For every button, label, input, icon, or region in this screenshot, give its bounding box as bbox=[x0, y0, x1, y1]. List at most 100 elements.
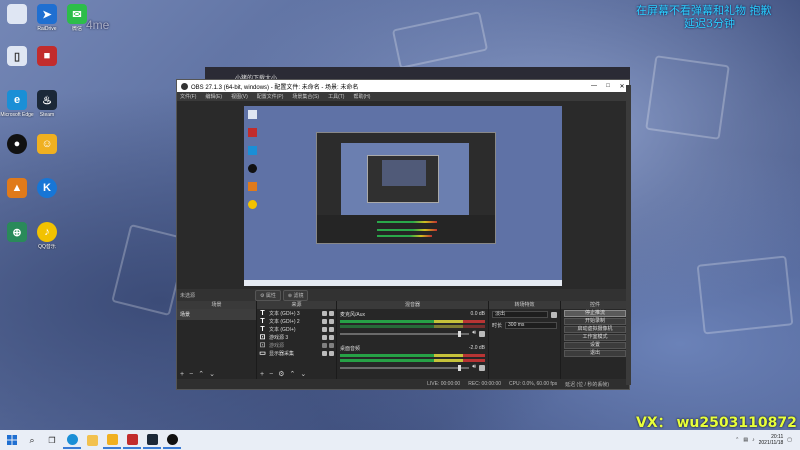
move-down-icon[interactable]: ⌄ bbox=[300, 370, 306, 378]
search-button[interactable]: ⌕ bbox=[23, 431, 41, 449]
lock-icon[interactable] bbox=[329, 334, 334, 340]
visibility-eye-icon[interactable] bbox=[322, 334, 327, 340]
desktop-icon[interactable]: ● bbox=[0, 134, 34, 154]
maximize-icon[interactable]: □ bbox=[601, 83, 615, 90]
lock-icon[interactable] bbox=[329, 310, 334, 316]
remove-icon[interactable]: − bbox=[269, 371, 273, 378]
move-up-icon[interactable]: ⌃ bbox=[198, 370, 204, 378]
rec-status: REC: 00:00:00 bbox=[468, 381, 502, 387]
taskbar-explorer[interactable] bbox=[83, 431, 101, 449]
wallpaper-shape bbox=[645, 55, 730, 140]
edge-icon: e bbox=[7, 90, 27, 110]
network-icon[interactable]: ▤ bbox=[743, 437, 748, 443]
lock-icon[interactable] bbox=[329, 318, 334, 324]
filters-button[interactable]: ⊛ 滤镜 bbox=[282, 289, 309, 301]
desktop-icon[interactable]: ⊕ bbox=[0, 222, 34, 242]
source-item[interactable]: T 文本 (GDI+) 3 bbox=[257, 309, 336, 317]
source-item[interactable]: ⊡ 游戏源 3 bbox=[257, 333, 336, 341]
visibility-eye-icon[interactable] bbox=[322, 342, 327, 348]
chevron-up-icon[interactable]: ⌃ bbox=[735, 437, 739, 443]
start-button[interactable] bbox=[3, 431, 21, 449]
steam-icon bbox=[146, 433, 158, 445]
notification-icon[interactable]: ▢ bbox=[787, 437, 792, 443]
desktop-icon[interactable]: ♨ Steam bbox=[30, 90, 64, 118]
desktop-icon[interactable] bbox=[0, 4, 34, 26]
taskbar-steam[interactable] bbox=[143, 431, 161, 449]
preview-desktop-icons bbox=[248, 110, 268, 210]
visibility-eye-icon[interactable] bbox=[322, 350, 327, 356]
duration-input[interactable]: 300 ms bbox=[505, 322, 557, 329]
folder-icon bbox=[86, 434, 98, 446]
obs-docks: 场景 场景 + − ⌃ ⌄ 来源 T 文本 (GDI+) 3 T 文本 (GDI… bbox=[177, 301, 629, 379]
start-virtual-camera-button[interactable]: 启动虚拟摄像机 bbox=[564, 326, 626, 333]
studio-mode-button[interactable]: 工作室模式 bbox=[564, 334, 626, 341]
source-item[interactable]: ⊡ 游戏源 bbox=[257, 341, 336, 349]
task-view-button[interactable]: ❐ bbox=[43, 431, 61, 449]
visibility-eye-icon[interactable] bbox=[322, 318, 327, 324]
move-up-icon[interactable]: ⌃ bbox=[289, 370, 295, 378]
volume-slider[interactable] bbox=[340, 330, 470, 337]
desktop-icon[interactable]: ➤ RaiDrive bbox=[30, 4, 64, 32]
menu-tools[interactable]: 工具(T) bbox=[328, 93, 344, 100]
desktop-icon[interactable]: e Microsoft Edge bbox=[0, 90, 34, 118]
desktop-icon[interactable]: ☺ bbox=[30, 134, 64, 154]
start-recording-button[interactable]: 开始录制 bbox=[564, 318, 626, 325]
obs-window[interactable]: OBS 27.1.3 (64-bit, windows) - 配置文件: 未命名… bbox=[176, 79, 630, 390]
desktop-icon[interactable]: K bbox=[30, 178, 64, 198]
exit-button[interactable]: 退出 bbox=[564, 350, 626, 357]
lock-icon[interactable] bbox=[329, 342, 334, 348]
properties-button[interactable]: ⚙ 属性 bbox=[255, 289, 281, 301]
red-app-icon: ■ bbox=[37, 46, 57, 66]
scene-item[interactable]: 场景 bbox=[177, 309, 256, 320]
taskbar-obs[interactable] bbox=[163, 431, 181, 449]
gear-icon[interactable] bbox=[479, 330, 485, 337]
volume-icon[interactable]: ♪ bbox=[752, 437, 755, 443]
window-scrollbar[interactable] bbox=[626, 85, 631, 385]
menu-scene-collection[interactable]: 场景集合(S) bbox=[292, 93, 319, 100]
desktop-icon[interactable]: ■ bbox=[30, 46, 64, 66]
source-item[interactable]: ▭ 显示器采集 bbox=[257, 349, 336, 357]
source-name: 文本 (GDI+) bbox=[269, 326, 296, 333]
lock-icon[interactable] bbox=[329, 326, 334, 332]
gear-icon[interactable] bbox=[479, 364, 485, 371]
minimize-icon[interactable]: — bbox=[587, 83, 601, 90]
file-icon: ▯ bbox=[7, 46, 27, 66]
transition-select[interactable]: 淡出 bbox=[492, 311, 548, 318]
desktop-icon[interactable]: ▲ bbox=[0, 178, 34, 198]
remove-icon[interactable]: − bbox=[189, 371, 193, 378]
speaker-icon[interactable]: 🔊︎ bbox=[472, 330, 476, 337]
speaker-icon[interactable]: 🔊︎ bbox=[472, 364, 476, 371]
desktop-icon[interactable]: ▯ bbox=[0, 46, 34, 66]
volume-slider[interactable] bbox=[340, 364, 470, 371]
preview-canvas[interactable] bbox=[244, 106, 562, 286]
wechat-icon: ✉ bbox=[67, 4, 87, 24]
taskbar: ⌕ ❐ ⌃ ▤ ♪ 20:11 2021/11/18 ▢ bbox=[0, 430, 800, 450]
desktop-icon-label: Microsoft Edge bbox=[0, 112, 34, 118]
source-item[interactable]: T 文本 (GDI+) bbox=[257, 325, 336, 333]
visibility-eye-icon[interactable] bbox=[322, 310, 327, 316]
menu-edit[interactable]: 编辑(E) bbox=[205, 93, 222, 100]
taskbar-red-app[interactable] bbox=[123, 431, 141, 449]
gear-icon[interactable]: ⚙ bbox=[278, 370, 284, 378]
taskbar-edge[interactable] bbox=[63, 431, 81, 449]
clock[interactable]: 20:11 2021/11/18 bbox=[759, 434, 784, 446]
gear-icon[interactable] bbox=[551, 311, 557, 318]
settings-button[interactable]: 设置 bbox=[564, 342, 626, 349]
visibility-eye-icon[interactable] bbox=[322, 326, 327, 332]
source-name: 游戏源 3 bbox=[269, 334, 289, 341]
source-item[interactable]: T 文本 (GDI+) 2 bbox=[257, 317, 336, 325]
menu-profile[interactable]: 配置文件(P) bbox=[257, 93, 284, 100]
lock-icon[interactable] bbox=[329, 350, 334, 356]
transitions-header: 转场特效 bbox=[489, 301, 560, 309]
scenes-dock: 场景 场景 + − ⌃ ⌄ bbox=[177, 301, 257, 379]
add-icon[interactable]: + bbox=[260, 371, 264, 378]
stop-streaming-button[interactable]: 停止推流 bbox=[564, 310, 626, 317]
move-down-icon[interactable]: ⌄ bbox=[209, 370, 215, 378]
desktop-icon[interactable]: ♪ QQ音乐 bbox=[30, 222, 64, 250]
menu-help[interactable]: 帮助(H) bbox=[353, 93, 370, 100]
menu-view[interactable]: 视图(V) bbox=[231, 93, 248, 100]
menu-file[interactable]: 文件(F) bbox=[180, 93, 196, 100]
add-icon[interactable]: + bbox=[180, 371, 184, 378]
taskbar-game-app[interactable] bbox=[103, 431, 121, 449]
obs-titlebar[interactable]: OBS 27.1.3 (64-bit, windows) - 配置文件: 未命名… bbox=[177, 80, 629, 92]
